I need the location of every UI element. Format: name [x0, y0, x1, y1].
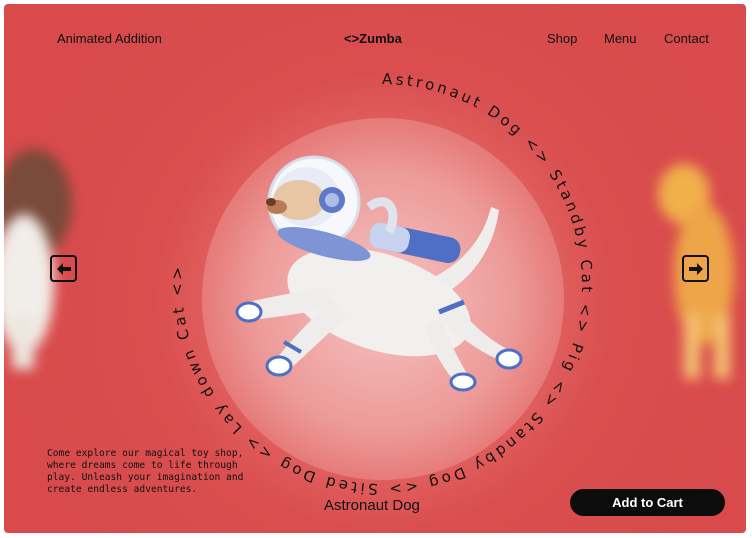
product-name: Astronaut Dog	[324, 497, 420, 514]
arrow-left-icon	[56, 262, 71, 275]
nav-shop-link[interactable]: Shop	[547, 31, 577, 46]
nav-contact-link[interactable]: Contact	[664, 31, 709, 46]
previous-button[interactable]	[50, 255, 77, 282]
page-frame: Astronaut Dog <> Standby Cat <> Pig <> S…	[4, 4, 746, 533]
astronaut-dog-image	[235, 155, 523, 392]
nav-animated-addition-link[interactable]: Animated Addition	[57, 31, 162, 46]
add-to-cart-button[interactable]: Add to Cart	[570, 489, 725, 516]
next-button[interactable]	[682, 255, 709, 282]
brand-logo[interactable]: <>Zumba	[344, 31, 402, 46]
product-description: Come explore our magical toy shop, where…	[47, 448, 244, 495]
arrow-right-icon	[688, 262, 703, 275]
nav-menu-link[interactable]: Menu	[604, 31, 637, 46]
